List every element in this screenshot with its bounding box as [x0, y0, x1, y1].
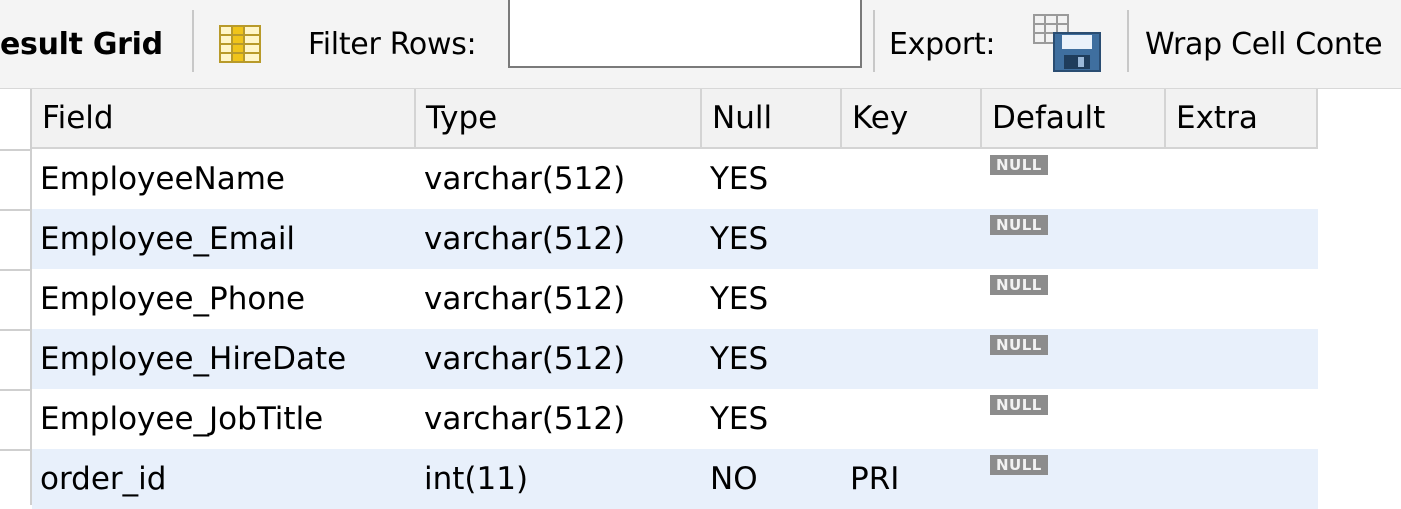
- column-header-default[interactable]: Default: [982, 89, 1166, 147]
- filter-rows-label: Filter Rows:: [308, 26, 477, 62]
- table-row[interactable]: EmployeeName varchar(512) YES NULL: [32, 149, 1318, 209]
- export-label: Export:: [889, 26, 996, 62]
- null-badge: NULL: [990, 455, 1048, 475]
- result-toolbar: esult Grid Filter Rows: Export: Wrap Cel…: [0, 0, 1401, 89]
- null-badge: NULL: [990, 275, 1048, 295]
- column-header-extra[interactable]: Extra: [1166, 89, 1318, 147]
- column-grid-icon: [219, 25, 261, 63]
- table-row[interactable]: Employee_JobTitle varchar(512) YES NULL: [32, 389, 1318, 449]
- cell-default[interactable]: NULL: [982, 269, 1166, 329]
- row-header-line: [0, 389, 30, 391]
- cell-key[interactable]: [842, 269, 982, 329]
- cell-key[interactable]: [842, 209, 982, 269]
- cell-extra[interactable]: [1166, 269, 1318, 329]
- cell-field[interactable]: Employee_Email: [32, 209, 416, 269]
- cell-default[interactable]: NULL: [982, 209, 1166, 269]
- cell-default[interactable]: NULL: [982, 329, 1166, 389]
- row-header-line: [0, 329, 30, 331]
- row-header-line: [0, 449, 30, 451]
- cell-type[interactable]: varchar(512): [416, 389, 702, 449]
- cell-null[interactable]: YES: [702, 329, 842, 389]
- cell-field[interactable]: EmployeeName: [32, 149, 416, 209]
- column-header-key[interactable]: Key: [842, 89, 982, 147]
- cell-field[interactable]: Employee_JobTitle: [32, 389, 416, 449]
- cell-extra[interactable]: [1166, 149, 1318, 209]
- table-row[interactable]: Employee_Phone varchar(512) YES NULL: [32, 269, 1318, 329]
- table-row[interactable]: Employee_Email varchar(512) YES NULL: [32, 209, 1318, 269]
- cell-type[interactable]: int(11): [416, 449, 702, 509]
- null-badge: NULL: [990, 155, 1048, 175]
- toolbar-separator: [192, 10, 194, 72]
- cell-null[interactable]: YES: [702, 389, 842, 449]
- table-row[interactable]: Employee_HireDate varchar(512) YES NULL: [32, 329, 1318, 389]
- column-header-field[interactable]: Field: [32, 89, 416, 147]
- cell-type[interactable]: varchar(512): [416, 209, 702, 269]
- cell-field[interactable]: Employee_Phone: [32, 269, 416, 329]
- cell-type[interactable]: varchar(512): [416, 329, 702, 389]
- wrap-cell-content-label: Wrap Cell Conte: [1145, 26, 1383, 62]
- result-grid-tab[interactable]: esult Grid: [0, 0, 163, 88]
- cell-extra[interactable]: [1166, 209, 1318, 269]
- cell-field[interactable]: order_id: [32, 449, 416, 509]
- cell-extra[interactable]: [1166, 449, 1318, 509]
- cell-key[interactable]: [842, 389, 982, 449]
- column-header-null[interactable]: Null: [702, 89, 842, 147]
- cell-null[interactable]: YES: [702, 149, 842, 209]
- null-badge: NULL: [990, 215, 1048, 235]
- result-grid-label: esult Grid: [0, 26, 163, 62]
- null-badge: NULL: [990, 395, 1048, 415]
- cell-type[interactable]: varchar(512): [416, 149, 702, 209]
- toolbar-separator: [1127, 10, 1129, 72]
- cell-key[interactable]: [842, 149, 982, 209]
- row-header-line: [0, 209, 30, 211]
- cell-default[interactable]: NULL: [982, 389, 1166, 449]
- export-button[interactable]: [1032, 0, 1104, 88]
- cell-default[interactable]: NULL: [982, 449, 1166, 509]
- cell-type[interactable]: varchar(512): [416, 269, 702, 329]
- cell-null[interactable]: YES: [702, 269, 842, 329]
- cell-null[interactable]: NO: [702, 449, 842, 509]
- cell-key[interactable]: PRI: [842, 449, 982, 509]
- null-badge: NULL: [990, 335, 1048, 355]
- cell-default[interactable]: NULL: [982, 149, 1166, 209]
- export-save-icon: [1033, 14, 1101, 72]
- table-row[interactable]: order_id int(11) NO PRI NULL: [32, 449, 1318, 509]
- row-header-line: [0, 149, 30, 151]
- row-header-line: [0, 269, 30, 271]
- result-grid: Field Type Null Key Default Extra Employ…: [0, 89, 1401, 509]
- filter-rows-label-wrap: Filter Rows:: [308, 0, 477, 88]
- cell-field[interactable]: Employee_HireDate: [32, 329, 416, 389]
- row-header-column: [0, 89, 30, 505]
- toolbar-separator: [873, 10, 875, 72]
- grid-layout-toggle[interactable]: [218, 0, 262, 88]
- filter-rows-input[interactable]: [508, 0, 862, 68]
- cell-extra[interactable]: [1166, 329, 1318, 389]
- export-label-wrap: Export:: [889, 0, 996, 88]
- cell-null[interactable]: YES: [702, 209, 842, 269]
- column-header-type[interactable]: Type: [416, 89, 702, 147]
- cell-key[interactable]: [842, 329, 982, 389]
- wrap-cell-content-label-wrap[interactable]: Wrap Cell Conte: [1145, 0, 1383, 88]
- cell-extra[interactable]: [1166, 389, 1318, 449]
- grid-header-row: Field Type Null Key Default Extra: [32, 89, 1318, 149]
